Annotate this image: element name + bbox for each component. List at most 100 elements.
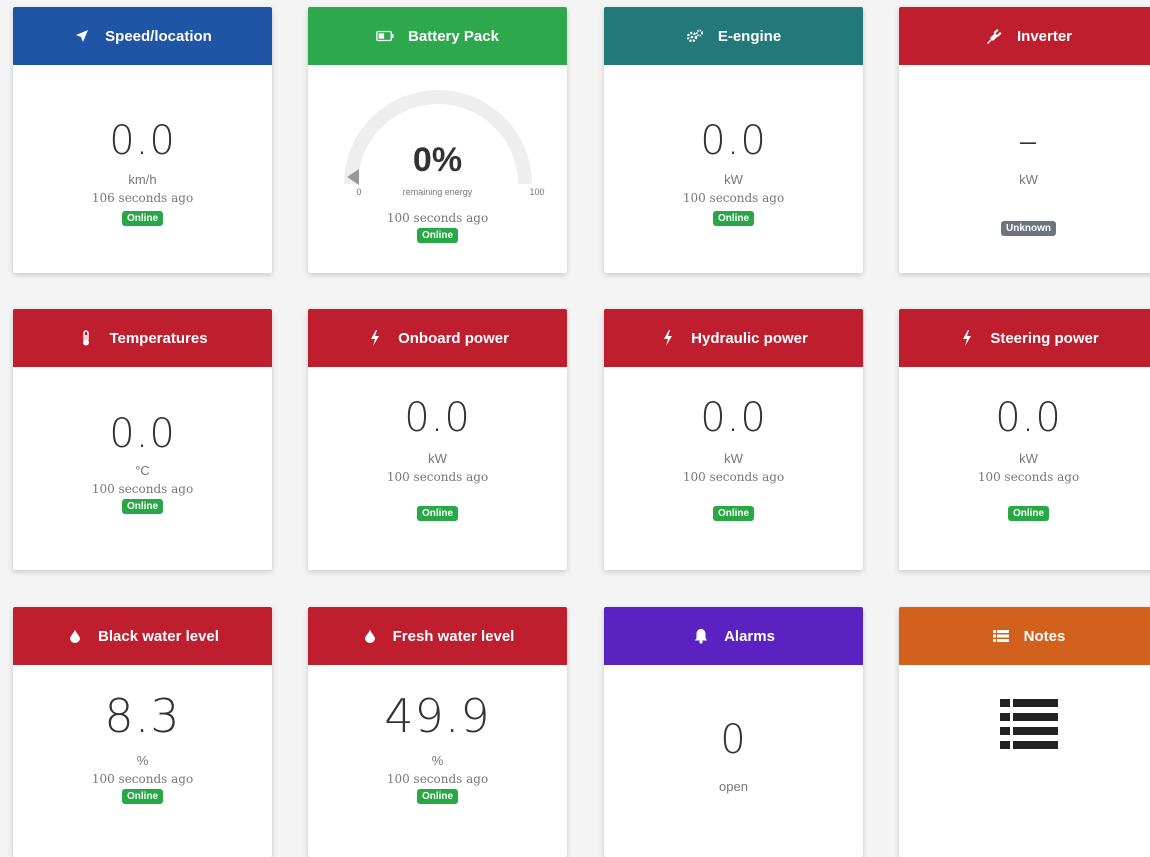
card-title: Onboard power xyxy=(398,329,509,347)
card-battery-pack[interactable]: Battery Pack 0% remaining energy 0 100 1… xyxy=(308,7,567,273)
card-body: 0.0 kW 100 seconds ago Online xyxy=(604,367,863,521)
dashboard-grid: Speed/location 0.0 km/h 106 seconds ago … xyxy=(0,0,1150,857)
card-hydraulic-power[interactable]: Hydraulic power 0.0 kW 100 seconds ago O… xyxy=(604,309,863,570)
temperature-timestamp: 100 seconds ago xyxy=(91,482,194,496)
droplet-icon xyxy=(66,627,84,645)
engine-timestamp: 100 seconds ago xyxy=(682,191,785,205)
temperature-value: 0.0 xyxy=(109,411,176,457)
status-badge: Online xyxy=(1007,506,1050,521)
card-header[interactable]: E-engine xyxy=(604,7,863,65)
card-header[interactable]: Onboard power xyxy=(308,309,567,367)
card-header[interactable]: Fresh water level xyxy=(308,607,567,665)
alarms-count: 0 xyxy=(720,717,747,763)
status-badge: Online xyxy=(416,789,459,804)
card-header[interactable]: Steering power xyxy=(899,309,1150,367)
card-onboard-power[interactable]: Onboard power 0.0 kW 100 seconds ago Onl… xyxy=(308,309,567,570)
onboard-power-timestamp: 100 seconds ago xyxy=(386,470,489,484)
card-title: Notes xyxy=(1023,627,1066,645)
card-header[interactable]: Inverter xyxy=(899,7,1150,65)
battery-value: 0% xyxy=(412,141,463,179)
card-notes[interactable]: Notes xyxy=(899,607,1150,857)
fresh-water-unit: % xyxy=(431,753,444,768)
alarms-label: open xyxy=(719,779,748,794)
card-e-engine[interactable]: E-engine 0.0 kW 100 seconds ago Online xyxy=(604,7,863,273)
bell-icon xyxy=(692,627,710,645)
card-alarms[interactable]: Alarms 0 open xyxy=(604,607,863,857)
card-header[interactable]: Black water level xyxy=(13,607,272,665)
plug-icon xyxy=(985,27,1003,45)
bolt-icon xyxy=(366,329,384,347)
card-header[interactable]: Hydraulic power xyxy=(604,309,863,367)
speed-value: 0.0 xyxy=(109,118,176,164)
onboard-power-value: 0.0 xyxy=(404,395,471,441)
status-badge: Online xyxy=(416,506,459,521)
hydraulic-power-value: 0.0 xyxy=(700,395,767,441)
card-body: 0.0 km/h 106 seconds ago Online xyxy=(13,65,272,226)
card-steering-power[interactable]: Steering power 0.0 kW 100 seconds ago On… xyxy=(899,309,1150,570)
card-header[interactable]: Alarms xyxy=(604,607,863,665)
card-title: Hydraulic power xyxy=(691,329,808,347)
gauge-max: 100 xyxy=(529,187,545,197)
speed-unit: km/h xyxy=(128,172,157,187)
status-badge: Unknown xyxy=(1001,221,1056,236)
card-header[interactable]: Temperatures xyxy=(13,309,272,367)
card-title: Black water level xyxy=(98,627,219,645)
card-title: Speed/location xyxy=(105,27,212,45)
engine-value: 0.0 xyxy=(700,118,767,164)
card-inverter[interactable]: Inverter – kW Unknown xyxy=(899,7,1150,273)
card-header[interactable]: Battery Pack xyxy=(308,7,567,65)
card-body: 0.0 kW 100 seconds ago Online xyxy=(308,367,567,521)
card-body: 0% remaining energy 0 100 100 seconds ag… xyxy=(308,65,567,243)
temperature-unit: °C xyxy=(135,463,150,478)
card-body: 0 open xyxy=(604,665,863,794)
card-body xyxy=(899,665,1150,754)
card-fresh-water-level[interactable]: Fresh water level 49.9 % 100 seconds ago… xyxy=(308,607,567,857)
card-title: Steering power xyxy=(990,329,1099,347)
hydraulic-power-unit: kW xyxy=(724,451,743,466)
card-title: Alarms xyxy=(724,627,775,645)
list-icon xyxy=(992,627,1010,645)
status-badge: Online xyxy=(121,499,164,514)
card-title: Battery Pack xyxy=(408,27,499,45)
card-title: Temperatures xyxy=(109,329,208,347)
bolt-icon xyxy=(659,329,677,347)
thermometer-icon xyxy=(77,329,95,347)
onboard-power-unit: kW xyxy=(428,451,447,466)
gauge-min: 0 xyxy=(356,187,362,197)
card-body: 49.9 % 100 seconds ago Online xyxy=(308,665,567,804)
card-title: E-engine xyxy=(717,27,782,45)
black-water-value: 8.3 xyxy=(104,689,181,743)
hydraulic-power-timestamp: 100 seconds ago xyxy=(682,470,785,484)
status-badge: Online xyxy=(416,228,459,243)
card-body: 0.0 kW 100 seconds ago Online xyxy=(899,367,1150,521)
engine-unit: kW xyxy=(724,172,743,187)
steering-power-timestamp: 100 seconds ago xyxy=(977,470,1080,484)
steering-power-unit: kW xyxy=(1019,451,1038,466)
card-body: 0.0 kW 100 seconds ago Online xyxy=(604,65,863,226)
card-title: Inverter xyxy=(1016,27,1073,45)
card-body: 0.0 °C 100 seconds ago Online xyxy=(13,367,272,514)
card-title: Fresh water level xyxy=(392,627,515,645)
card-body: – kW Unknown xyxy=(899,65,1150,236)
fresh-water-timestamp: 100 seconds ago xyxy=(386,772,489,786)
speed-timestamp: 106 seconds ago xyxy=(91,191,194,205)
card-header[interactable]: Speed/location xyxy=(13,7,272,65)
battery-gauge: 0% remaining energy 0 100 xyxy=(323,71,553,201)
black-water-timestamp: 100 seconds ago xyxy=(91,772,194,786)
bolt-icon xyxy=(958,329,976,347)
card-speed-location[interactable]: Speed/location 0.0 km/h 106 seconds ago … xyxy=(13,7,272,273)
card-temperatures[interactable]: Temperatures 0.0 °C 100 seconds ago Onli… xyxy=(13,309,272,570)
notes-list-icon[interactable] xyxy=(999,699,1058,754)
cogs-icon xyxy=(686,27,704,45)
card-body: 8.3 % 100 seconds ago Online xyxy=(13,665,272,804)
card-black-water-level[interactable]: Black water level 8.3 % 100 seconds ago … xyxy=(13,607,272,857)
battery-icon xyxy=(376,27,394,45)
status-badge: Online xyxy=(121,211,164,226)
status-badge: Online xyxy=(121,789,164,804)
battery-timestamp: 100 seconds ago xyxy=(386,211,489,225)
gauge-arc xyxy=(343,90,532,185)
droplet-icon xyxy=(361,627,379,645)
card-header[interactable]: Notes xyxy=(899,607,1150,665)
location-arrow-icon xyxy=(73,27,91,45)
black-water-unit: % xyxy=(136,753,149,768)
